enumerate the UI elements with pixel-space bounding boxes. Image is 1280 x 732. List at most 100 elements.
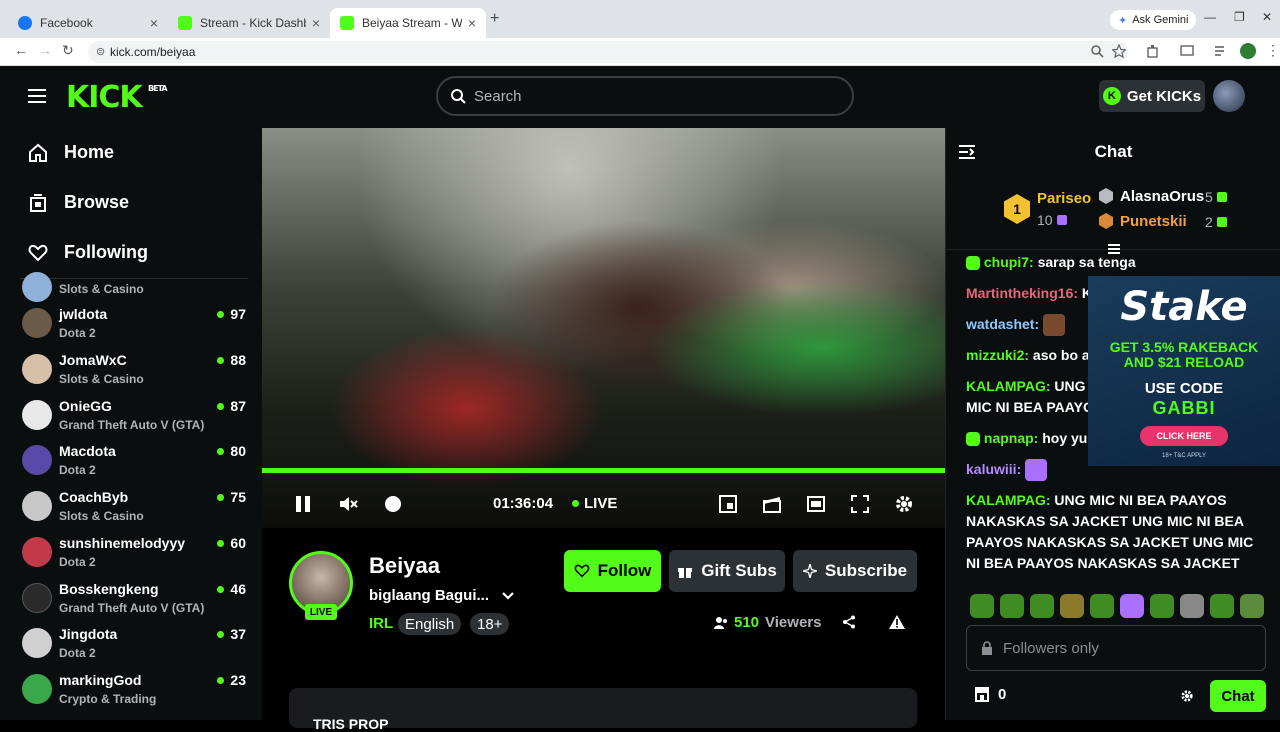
- miniplayer-button[interactable]: [718, 494, 738, 514]
- site-info-icon[interactable]: ⊜: [96, 41, 105, 63]
- fullscreen-button[interactable]: [850, 494, 870, 514]
- sidebar-item-home[interactable]: Home: [28, 142, 114, 163]
- share-icon[interactable]: [842, 615, 856, 629]
- sidebar-item-browse[interactable]: Browse: [28, 192, 129, 213]
- chat-username[interactable]: Martintheking16:: [966, 285, 1078, 301]
- streamer-name[interactable]: Beiyaa: [369, 553, 440, 579]
- mute-button[interactable]: [338, 494, 358, 514]
- report-warning-icon[interactable]: [888, 614, 906, 630]
- leaderboard-count: 10: [1037, 212, 1067, 228]
- viewer-count: 88: [217, 352, 246, 368]
- zoom-icon[interactable]: [1090, 44, 1104, 58]
- reload-icon[interactable]: ↻: [62, 42, 74, 59]
- send-chat-button[interactable]: Chat: [1210, 680, 1266, 712]
- stream-progress-bar[interactable]: [262, 468, 945, 473]
- channel-item[interactable]: jwldota Dota 2 97: [22, 304, 246, 348]
- emote-button[interactable]: [1150, 594, 1174, 618]
- leaderboard-name[interactable]: Punetskii: [1120, 213, 1187, 230]
- tab-beiyaa-stream[interactable]: Beiyaa Stream - Watch Live on ×: [330, 8, 486, 38]
- kicks-balance: 0: [998, 686, 1007, 703]
- channel-category: Slots & Casino: [59, 282, 144, 296]
- category-link[interactable]: IRL: [369, 615, 393, 632]
- forward-icon[interactable]: →: [38, 42, 52, 58]
- emote-button[interactable]: [1240, 594, 1264, 618]
- chat-username[interactable]: napnap:: [984, 430, 1038, 446]
- subscribe-button[interactable]: Subscribe: [793, 550, 917, 592]
- chat-username[interactable]: KALAMPAG:: [966, 378, 1051, 394]
- close-icon[interactable]: ×: [468, 15, 476, 31]
- menu-icon[interactable]: [28, 89, 46, 107]
- get-kicks-button[interactable]: K Get KICKs: [1099, 80, 1205, 112]
- tag-language[interactable]: English: [398, 613, 462, 635]
- bookmark-star-icon[interactable]: [1112, 44, 1126, 58]
- ask-gemini-label: Ask Gemini: [1132, 14, 1189, 26]
- back-icon[interactable]: ←: [14, 42, 28, 58]
- tab-facebook[interactable]: Facebook ×: [8, 8, 168, 38]
- chat-username[interactable]: watdashet:: [966, 316, 1039, 332]
- channel-item[interactable]: markingGod Crypto & Trading 23: [22, 670, 246, 714]
- minimize-icon[interactable]: —: [1204, 10, 1216, 24]
- emote-button[interactable]: [1060, 594, 1084, 618]
- chat-settings-gear-icon[interactable]: [1180, 689, 1194, 703]
- live-dot-icon: [217, 630, 225, 638]
- extensions-icon[interactable]: [1146, 44, 1160, 58]
- emote-button[interactable]: [1210, 594, 1234, 618]
- theater-mode-button[interactable]: [806, 494, 826, 514]
- channel-item[interactable]: Macdota Dota 2 80: [22, 441, 246, 485]
- tab-kick-dashboard[interactable]: Stream - Kick Dashboard ×: [168, 8, 330, 38]
- channel-item[interactable]: sunshinemelodyyy Dota 2 60: [22, 533, 246, 577]
- channel-item[interactable]: CoachByb Slots & Casino 75: [22, 487, 246, 531]
- chat-username[interactable]: mizzuki2:: [966, 347, 1029, 363]
- leaderboard-name[interactable]: Pariseo: [1037, 190, 1091, 207]
- user-avatar[interactable]: [1213, 80, 1245, 112]
- chat-username[interactable]: kaluwiii:: [966, 461, 1021, 477]
- restore-icon[interactable]: ❐: [1234, 10, 1245, 24]
- gift-subs-button[interactable]: Gift Subs: [669, 550, 785, 592]
- volume-slider-handle[interactable]: [385, 496, 401, 512]
- panel-heading: TRIS PROP: [313, 716, 389, 732]
- cast-icon[interactable]: [1180, 44, 1194, 58]
- emote-button[interactable]: [1030, 594, 1054, 618]
- ad-click-button[interactable]: CLICK HERE: [1140, 426, 1228, 446]
- search-input[interactable]: [474, 87, 814, 105]
- url-field[interactable]: ⊜ kick.com/beiyaa: [88, 41, 1128, 63]
- pause-button[interactable]: [293, 494, 313, 514]
- video-player[interactable]: 01:36:04 LIVE: [262, 128, 945, 528]
- close-icon[interactable]: ×: [150, 15, 158, 31]
- settings-button[interactable]: [894, 494, 914, 514]
- close-window-icon[interactable]: ✕: [1262, 10, 1272, 24]
- leaderboard-name[interactable]: AlasnaOrus: [1120, 188, 1204, 205]
- store-icon[interactable]: [974, 686, 990, 702]
- ask-gemini-button[interactable]: ✦ Ask Gemini: [1110, 10, 1197, 30]
- clip-button[interactable]: [762, 494, 782, 514]
- channel-item-partial[interactable]: Slots & Casino: [22, 260, 246, 304]
- emote-button[interactable]: [1000, 594, 1024, 618]
- search-box[interactable]: [436, 76, 854, 116]
- chat-input-box[interactable]: [966, 625, 1266, 671]
- emote-button[interactable]: [1090, 594, 1114, 618]
- emote-button[interactable]: [970, 594, 994, 618]
- channel-avatar: [22, 272, 52, 302]
- kicks-coin-icon: K: [1102, 87, 1121, 105]
- chat-input[interactable]: [1003, 639, 1253, 657]
- stake-ad[interactable]: Stake GET 3.5% RAKEBACK AND $21 RELOAD U…: [1088, 276, 1280, 466]
- sparkle-badge-icon: [966, 256, 980, 271]
- profile-avatar[interactable]: [1240, 43, 1256, 59]
- follow-button[interactable]: Follow: [564, 550, 661, 592]
- tag-mature[interactable]: 18+: [470, 613, 510, 635]
- emote-button[interactable]: [1120, 594, 1144, 618]
- stream-title[interactable]: biglaang Bagui...: [369, 587, 515, 604]
- browser-tab-bar: Facebook × Stream - Kick Dashboard × Bei…: [0, 0, 1280, 38]
- channel-item[interactable]: Bosskengkeng Grand Theft Auto V (GTA) 46: [22, 579, 246, 623]
- emote-button[interactable]: [1180, 594, 1204, 618]
- chat-username[interactable]: KALAMPAG:: [966, 492, 1051, 508]
- channel-item[interactable]: JomaWxC Slots & Casino 88: [22, 350, 246, 394]
- new-tab-button[interactable]: +: [490, 10, 499, 28]
- channel-item[interactable]: Jingdota Dota 2 37: [22, 624, 246, 668]
- channel-item[interactable]: OnieGG Grand Theft Auto V (GTA) 87: [22, 396, 246, 440]
- close-icon[interactable]: ×: [312, 15, 320, 31]
- media-control-icon[interactable]: [1214, 44, 1228, 58]
- browser-menu-icon[interactable]: ⋮: [1266, 42, 1280, 59]
- chat-username[interactable]: chupi7:: [984, 254, 1034, 270]
- kick-logo[interactable]: KICK BETA: [66, 80, 168, 115]
